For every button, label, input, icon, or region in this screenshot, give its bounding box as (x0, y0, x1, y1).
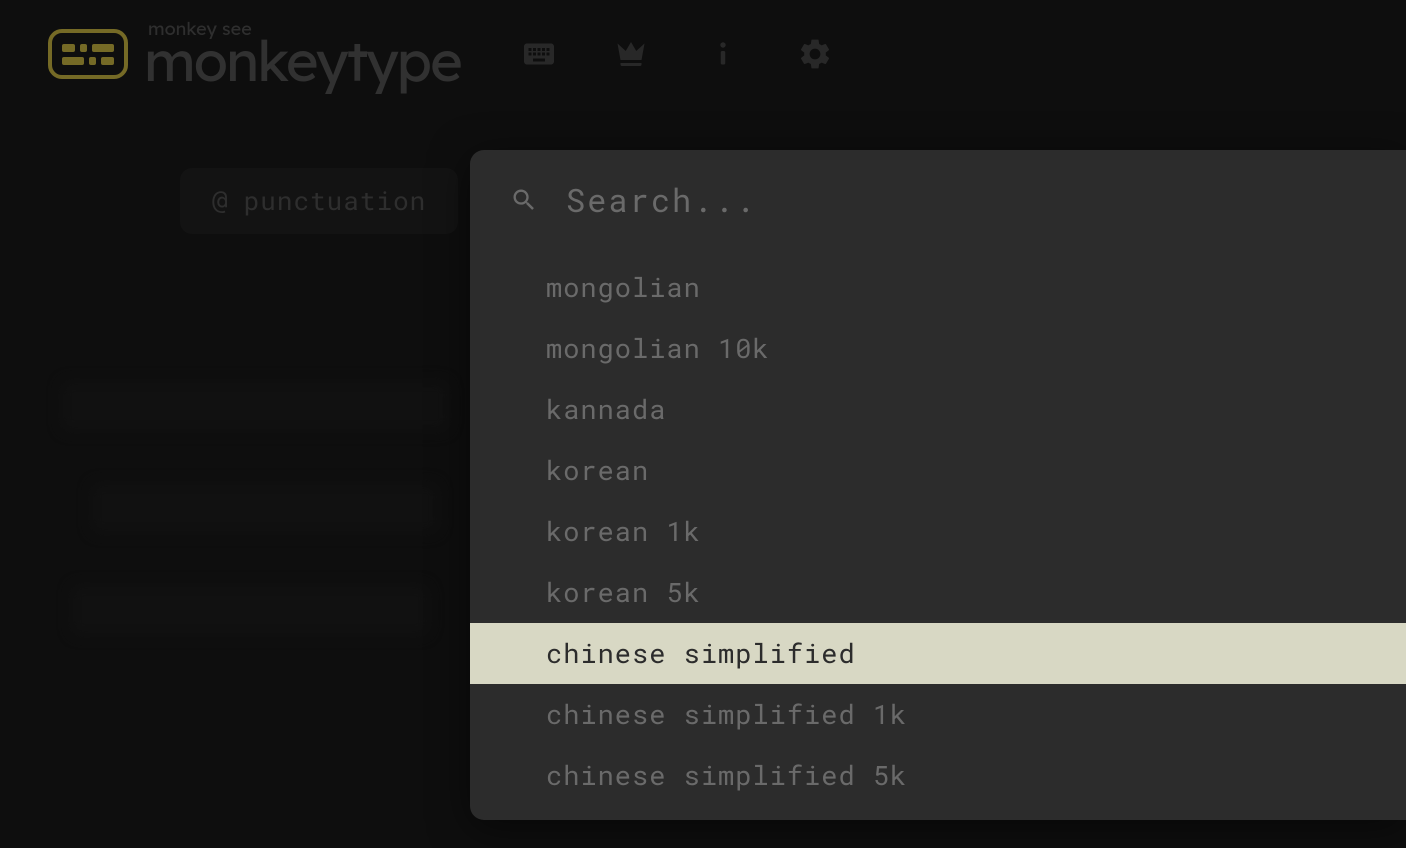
blurred-background-text (60, 380, 450, 636)
language-option[interactable]: kannada (470, 379, 1406, 440)
keyboard-icon[interactable] (521, 36, 557, 72)
language-option[interactable]: chinese simplified 1k (470, 684, 1406, 745)
language-option[interactable]: chinese simplified 5k (470, 745, 1406, 806)
language-option[interactable]: mongolian 10k (470, 318, 1406, 379)
logo[interactable]: monkey see monkeytype (48, 20, 461, 88)
search-row (470, 150, 1406, 237)
info-icon[interactable] (705, 36, 741, 72)
language-option[interactable]: korean (470, 440, 1406, 501)
language-option[interactable]: chinese simplified (470, 623, 1406, 684)
language-option[interactable]: mongolian (470, 257, 1406, 318)
logo-icon (48, 29, 128, 79)
nav-icons (521, 36, 833, 72)
crown-icon[interactable] (613, 36, 649, 72)
gear-icon[interactable] (797, 36, 833, 72)
search-input[interactable] (566, 178, 1366, 221)
test-config-bar: @ punctuation (180, 168, 458, 234)
language-option[interactable]: korean 1k (470, 501, 1406, 562)
punctuation-toggle[interactable]: punctuation (244, 184, 427, 218)
language-list[interactable]: mongolianmongolian 10kkannadakoreankorea… (470, 257, 1406, 806)
language-option[interactable]: korean 5k (470, 562, 1406, 623)
at-icon: @ (212, 186, 228, 216)
logo-title: monkeytype (144, 32, 461, 88)
language-picker-modal: mongolianmongolian 10kkannadakoreankorea… (470, 150, 1406, 820)
search-icon (510, 186, 538, 214)
app-header: monkey see monkeytype (0, 0, 1406, 108)
